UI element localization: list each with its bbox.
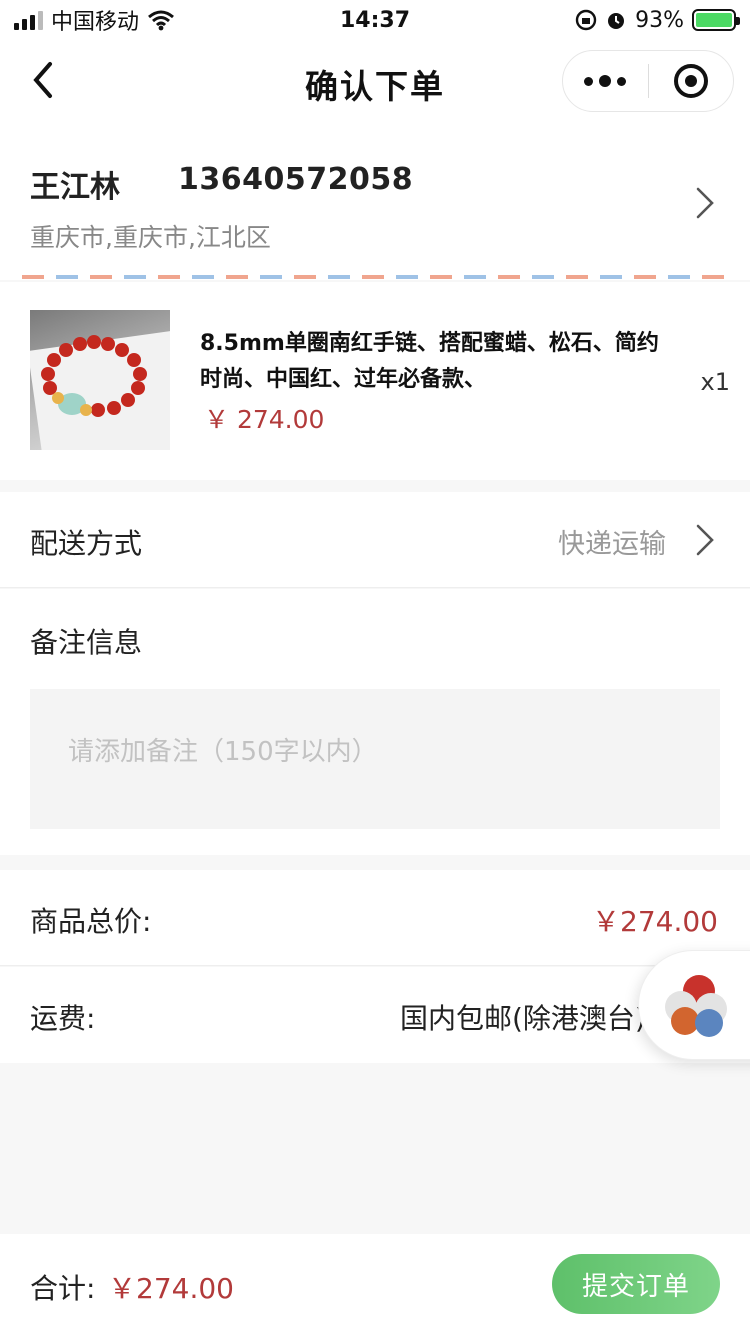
address-card[interactable]: 王江林 13640572058 重庆市,重庆市,江北区 <box>0 122 750 280</box>
battery-percent: 93% <box>635 7 684 33</box>
product-title: 8.5mm单圈南红手链、搭配蜜蜡、松石、简约时尚、中国红、过年必备款、 <box>200 331 659 392</box>
signal-icon <box>14 10 43 30</box>
chevron-right-icon <box>696 524 714 556</box>
shipping-label: 运费: <box>30 1002 96 1035</box>
customer-service-button[interactable] <box>638 950 750 1060</box>
more-icon <box>584 75 627 87</box>
product-price: ￥ 274.00 <box>204 405 325 434</box>
miniprogram-capsule <box>562 50 734 112</box>
recipient-phone: 13640572058 <box>178 162 414 197</box>
status-left: 中国移动 <box>14 4 175 36</box>
chevron-right-icon <box>696 187 714 219</box>
envelope-divider <box>22 275 732 279</box>
delivery-method-row[interactable]: 配送方式 快递运输 <box>0 492 750 588</box>
wifi-icon <box>148 10 174 31</box>
goods-total-row: 商品总价: ￥274.00 <box>0 870 750 966</box>
submit-order-button[interactable]: 提交订单 <box>552 1254 720 1314</box>
product-quantity: x1 <box>700 368 730 396</box>
rotation-lock-icon <box>575 9 597 31</box>
shipping-value: 国内包邮(除港澳台) <box>400 1002 646 1035</box>
status-bar: 中国移动 14:37 93% <box>0 0 750 40</box>
delivery-value: 快递运输 <box>558 529 666 560</box>
alarm-icon <box>608 13 625 29</box>
sum-value: ￥274.00 <box>108 1272 234 1305</box>
more-button[interactable] <box>563 51 648 111</box>
status-right: 93% <box>575 7 740 33</box>
sum-label: 合计: <box>30 1272 96 1305</box>
product-image <box>30 310 170 450</box>
target-icon <box>673 64 708 98</box>
goods-total-label: 商品总价: <box>30 905 152 938</box>
carrier-name: 中国移动 <box>51 10 140 35</box>
recipient-name: 王江林 <box>30 170 120 205</box>
remarks-section: 备注信息 <box>0 589 750 855</box>
bottom-bar: 合计: ￥274.00 提交订单 <box>0 1234 750 1334</box>
shipping-row: 运费: 国内包邮(除港澳台) <box>0 967 750 1063</box>
close-miniprogram-button[interactable] <box>649 51 734 111</box>
recipient-region: 重庆市,重庆市,江北区 <box>30 223 271 252</box>
nav-bar: 确认下单 <box>0 40 750 122</box>
goods-total-value: ￥274.00 <box>592 905 718 938</box>
service-logo-icon <box>665 975 727 1037</box>
product-item: 8.5mm单圈南红手链、搭配蜜蜡、松石、简约时尚、中国红、过年必备款、 ￥ 27… <box>0 282 750 480</box>
remarks-input[interactable] <box>30 689 720 829</box>
battery-icon <box>692 9 740 31</box>
remarks-label: 备注信息 <box>30 626 143 659</box>
delivery-label: 配送方式 <box>30 527 143 560</box>
